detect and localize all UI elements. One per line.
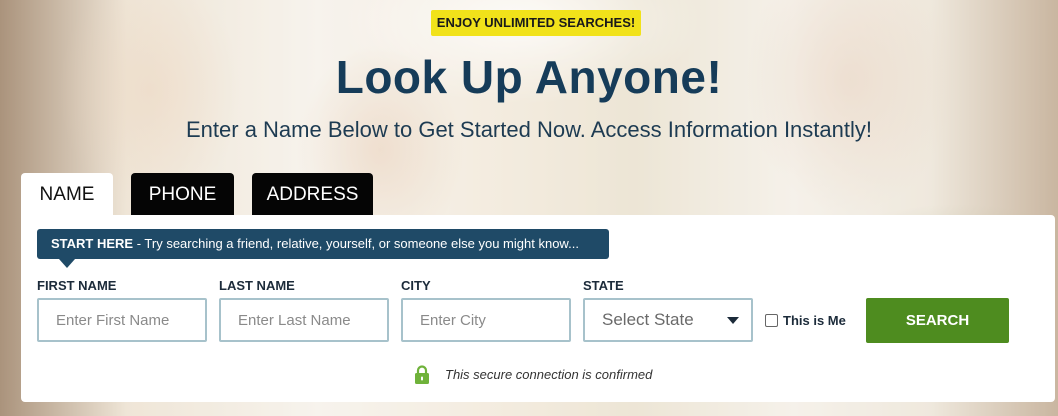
this-is-me-checkbox[interactable] [765,314,778,327]
search-button[interactable]: SEARCH [866,298,1009,343]
tip-pointer [59,259,75,268]
tab-address[interactable]: ADDRESS [252,173,373,217]
tip-text: - Try searching a friend, relative, your… [133,236,579,251]
caret-down-icon [727,317,739,324]
city-input[interactable] [401,298,571,342]
city-label: CITY [401,278,431,293]
secure-connection-text: This secure connection is confirmed [445,367,653,382]
tab-name[interactable]: NAME [21,173,113,217]
start-here-tip: START HERE - Try searching a friend, rel… [37,229,609,259]
tip-heading: START HERE [51,236,134,251]
last-name-label: LAST NAME [219,278,295,293]
first-name-label: FIRST NAME [37,278,117,293]
page-subtitle: Enter a Name Below to Get Started Now. A… [186,117,872,142]
this-is-me-label[interactable]: This is Me [783,313,846,328]
promo-badge: ENJOY UNLIMITED SEARCHES! [431,10,641,36]
last-name-input[interactable] [219,298,389,342]
lock-icon [415,365,429,384]
state-select-value: Select State [602,310,694,329]
state-label: STATE [583,278,624,293]
page-title: Look Up Anyone! [335,51,723,103]
state-select[interactable]: Select State [583,298,753,342]
first-name-input[interactable] [37,298,207,342]
tab-phone[interactable]: PHONE [131,173,234,217]
